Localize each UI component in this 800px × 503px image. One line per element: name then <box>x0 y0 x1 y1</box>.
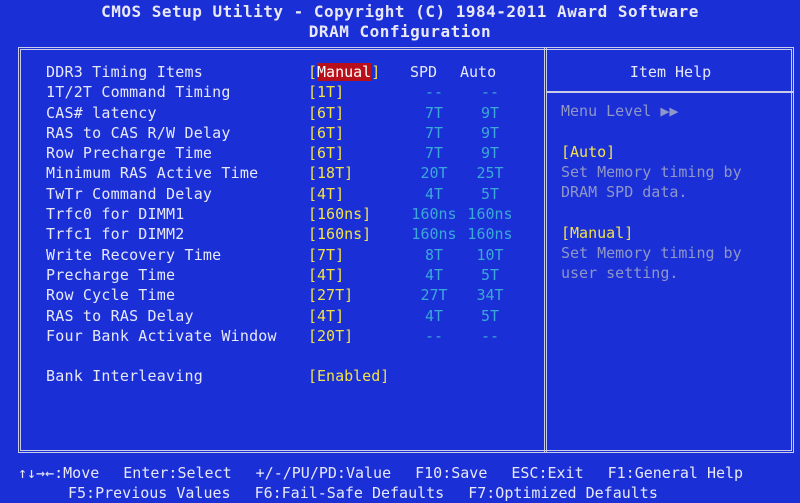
setting-row[interactable]: Row Precharge Time [6T] 7T 9T <box>46 143 541 163</box>
setting-value[interactable]: [7T] <box>308 245 344 265</box>
spd-value: 7T <box>424 144 444 163</box>
spd-value: 8T <box>424 245 444 264</box>
setting-row[interactable]: TwTr Command Delay [4T] 4T 5T <box>46 184 541 204</box>
setting-name: CAS# latency <box>46 103 157 122</box>
auto-value: 5T <box>480 184 500 203</box>
setting-value[interactable]: [6T] <box>308 123 344 143</box>
selected-value[interactable]: Manual <box>317 63 372 81</box>
spd-value: 4T <box>424 184 444 203</box>
setting-value[interactable]: [4T] <box>308 306 344 326</box>
setting-name: Bank Interleaving <box>46 367 203 386</box>
setting-name: Row Precharge Time <box>46 144 213 163</box>
setting-name: Trfc0 for DIMM1 <box>46 205 185 224</box>
auto-value: 160ns <box>467 205 513 224</box>
setting-value[interactable]: [160ns] <box>308 204 371 224</box>
setting-row[interactable]: Trfc0 for DIMM1 [160ns] 160ns 160ns <box>46 204 541 224</box>
key-exit: ESC:Exit <box>511 464 584 482</box>
setting-value[interactable]: [1T] <box>308 82 344 102</box>
auto-value: 5T <box>480 265 500 284</box>
auto-value: -- <box>480 326 500 345</box>
help-manual-heading: [Manual] <box>561 223 634 242</box>
setting-name: TwTr Command Delay <box>46 184 213 203</box>
key-save: F10:Save <box>415 464 488 482</box>
key-previous-values: F5:Previous Values <box>68 484 231 502</box>
setting-value[interactable]: [4T] <box>308 265 344 285</box>
auto-value: 9T <box>480 103 500 122</box>
setting-value[interactable]: [Enabled] <box>308 366 389 386</box>
setting-value[interactable]: [4T] <box>308 184 344 204</box>
spd-value: 27T <box>420 286 448 305</box>
setting-name: DDR3 Timing Items <box>46 63 203 81</box>
spd-value: 4T <box>424 265 444 284</box>
setting-row[interactable]: CAS# latency [6T] 7T 9T <box>46 103 541 123</box>
spd-value: 160ns <box>411 225 457 244</box>
key-failsafe-defaults: F6:Fail-Safe Defaults <box>254 484 445 502</box>
menu-level: Menu Level ▶▶ <box>561 102 679 120</box>
item-help-panel: Menu Level ▶▶ [Auto] Set Memory timing b… <box>561 101 786 284</box>
settings-list: DDR3 Timing Items [Manual] 1T/2T Command T… <box>46 62 541 387</box>
auto-value: 9T <box>480 123 500 142</box>
setting-row[interactable]: Precharge Time [4T] 4T 5T <box>46 265 541 285</box>
app-title: CMOS Setup Utility - Copyright (C) 1984-… <box>101 2 699 21</box>
item-help-title: Item Help <box>629 63 712 81</box>
setting-row[interactable]: 1T/2T Command Timing [1T] -- -- <box>46 82 541 102</box>
setting-value[interactable]: [Manual] <box>308 62 380 82</box>
setting-row[interactable]: RAS to RAS Delay [4T] 4T 5T <box>46 306 541 326</box>
spd-value: -- <box>424 83 444 102</box>
key-general-help: F1:General Help <box>607 464 744 482</box>
help-manual-line1: Set Memory timing by <box>561 244 742 263</box>
setting-name: Minimum RAS Active Time <box>46 164 259 183</box>
setting-row[interactable]: Four Bank Activate Window [20T] -- -- <box>46 326 541 346</box>
panel-divider <box>544 47 547 453</box>
key-value: +/-/PU/PD:Value <box>255 464 392 482</box>
setting-name: 1T/2T Command Timing <box>46 83 231 102</box>
setting-value[interactable]: [6T] <box>308 143 344 163</box>
setting-value[interactable]: [27T] <box>308 285 353 305</box>
spd-value: 7T <box>424 123 444 142</box>
setting-name: Trfc1 for DIMM2 <box>46 225 185 244</box>
auto-value: 10T <box>476 245 504 264</box>
auto-value: 34T <box>476 286 504 305</box>
setting-row[interactable]: Write Recovery Time [7T] 8T 10T <box>46 245 541 265</box>
auto-value: 160ns <box>467 225 513 244</box>
setting-value[interactable]: [6T] <box>308 103 344 123</box>
key-optimized-defaults: F7:Optimized Defaults <box>468 484 658 502</box>
help-auto-line2: DRAM SPD data. <box>561 183 688 202</box>
spd-value: 7T <box>424 103 444 122</box>
key-select: Enter:Select <box>123 464 232 482</box>
key-move: ↑↓→←:Move <box>18 464 100 482</box>
setting-name: RAS to RAS Delay <box>46 306 194 325</box>
setting-row[interactable]: Row Cycle Time [27T] 27T 34T <box>46 285 541 305</box>
setting-name: Precharge Time <box>46 265 176 284</box>
setting-value[interactable]: [20T] <box>308 326 353 346</box>
setting-value[interactable]: [18T] <box>308 163 353 183</box>
spd-value: 160ns <box>411 205 457 224</box>
setting-row[interactable]: RAS to CAS R/W Delay [6T] 7T 9T <box>46 123 541 143</box>
auto-value: 5T <box>480 306 500 325</box>
setting-row[interactable]: DDR3 Timing Items [Manual] <box>46 62 541 82</box>
help-auto-line1: Set Memory timing by <box>561 162 742 181</box>
help-auto-heading: [Auto] <box>561 142 616 161</box>
header: CMOS Setup Utility - Copyright (C) 1984-… <box>0 0 800 44</box>
help-manual-line2: user setting. <box>561 264 679 283</box>
setting-name: Row Cycle Time <box>46 286 176 305</box>
spd-value: -- <box>424 326 444 345</box>
help-separator <box>547 91 794 93</box>
setting-row[interactable]: Minimum RAS Active Time [18T] 20T 25T <box>46 163 541 183</box>
setting-row[interactable]: Trfc1 for DIMM2 [160ns] 160ns 160ns <box>46 224 541 244</box>
setting-name: RAS to CAS R/W Delay <box>46 123 231 142</box>
spd-value: 20T <box>420 164 448 183</box>
setting-row[interactable]: Bank Interleaving [Enabled] <box>46 366 541 386</box>
setting-row <box>46 346 541 366</box>
auto-value: -- <box>480 83 500 102</box>
setting-value[interactable]: [160ns] <box>308 224 371 244</box>
page-title: DRAM Configuration <box>308 22 492 41</box>
setting-name: Four Bank Activate Window <box>46 326 277 345</box>
auto-value: 25T <box>476 164 504 183</box>
spd-value: 4T <box>424 306 444 325</box>
auto-value: 9T <box>480 144 500 163</box>
setting-name: Write Recovery Time <box>46 245 222 264</box>
